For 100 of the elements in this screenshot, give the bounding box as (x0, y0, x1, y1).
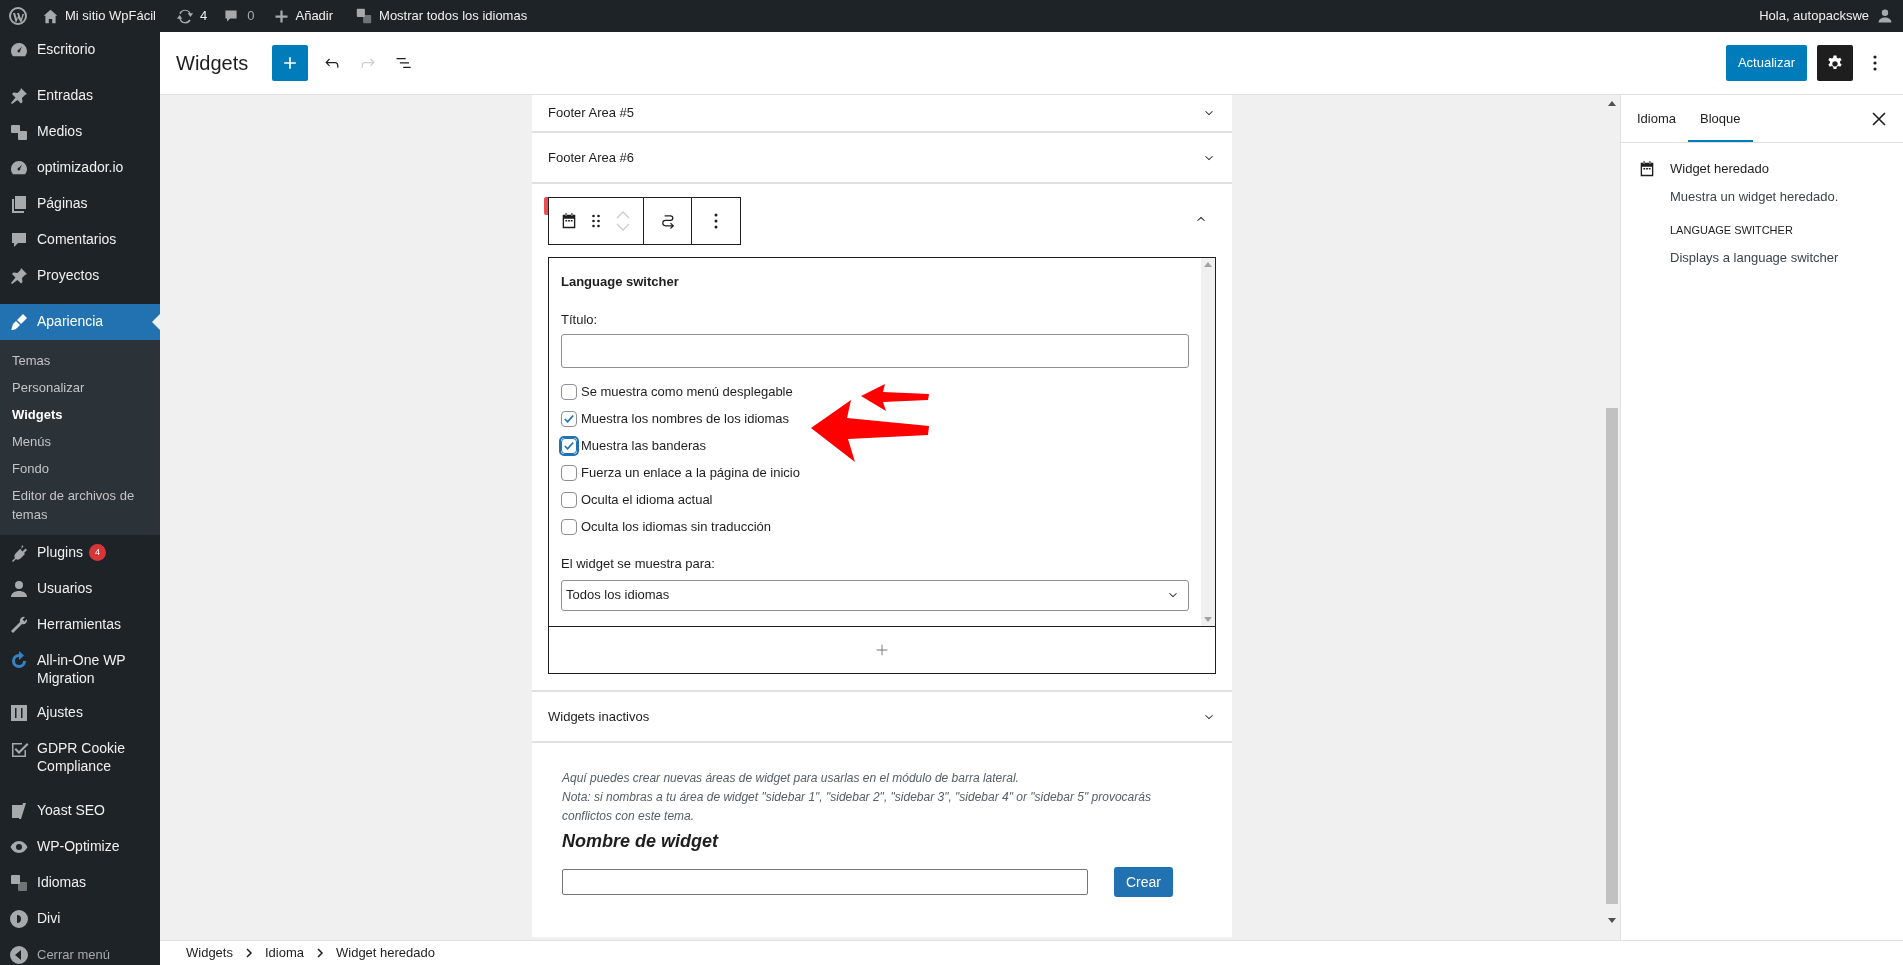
speech-bubble-icon (223, 8, 240, 24)
checkbox[interactable] (561, 383, 577, 400)
widget-title: Language switcher (561, 273, 680, 291)
sidebar-item[interactable]: Comentarios (0, 222, 160, 258)
chevron-right-icon (316, 948, 324, 958)
sidebar-item[interactable]: All-in-One WP Migration (0, 643, 160, 695)
collapse-menu-button[interactable]: Cerrar menú (0, 937, 160, 965)
circle-logo-icon (9, 909, 29, 929)
sidebar-item[interactable]: Ajustes (0, 695, 160, 731)
scroll-up-arrow-icon[interactable] (1608, 101, 1616, 106)
block-name: Widget heredado (1670, 160, 1770, 178)
translate-icon (355, 7, 374, 25)
inspector-tab[interactable]: Idioma (1625, 95, 1689, 142)
checkbox[interactable] (561, 410, 577, 427)
checkbox-label: Muestra las banderas (581, 436, 706, 455)
new-content-link[interactable]: Añadir (295, 6, 334, 26)
sidebar-item[interactable]: Herramientas (0, 607, 160, 643)
help-text: Aquí puedes crear nuevas áreas de widget para usarlas en el módulo de barra lateral. (562, 770, 1020, 787)
help-text: Nota: si nombras a tu área de widget "sidebar 1", "sidebar 2", "sidebar 3", "sidebar 4" or "sidebar 5" provocarás conflictos con este tema. (562, 789, 1152, 825)
pin-icon (9, 266, 29, 286)
create-button[interactable]: Crear (1114, 867, 1173, 897)
checkbox[interactable] (561, 518, 577, 535)
paintbrush-icon (9, 312, 29, 332)
chevron-right-icon (244, 948, 253, 958)
sidebar-item[interactable]: Usuarios (0, 571, 160, 607)
sidebar-item[interactable]: Entradas (0, 78, 160, 114)
widget-area-panel[interactable]: Widgets inactivos (532, 692, 1232, 743)
chevron-up-icon (616, 211, 630, 219)
drag-handle-icon (592, 214, 600, 228)
update-count[interactable]: 4 (200, 6, 208, 26)
sidebar-item[interactable]: Proyectos (0, 258, 160, 304)
breadcrumb-item[interactable]: Widgets (186, 943, 233, 963)
checkbox-label: Fuerza un enlace a la página de inicio (581, 463, 800, 482)
form-heading: Nombre de widget (562, 830, 720, 853)
widget-title: LANGUAGE SWITCHER (1670, 223, 1794, 238)
field-label: El widget se muestra para: (561, 555, 716, 573)
sidebar-item[interactable]: Escritorio (0, 32, 160, 78)
user-icon (1877, 8, 1893, 24)
breadcrumb-item[interactable]: Idioma (264, 943, 304, 963)
checkbox-label: Muestra los nombres de los idiomas (581, 409, 790, 428)
calendar-icon (560, 212, 578, 230)
site-name-link[interactable]: Mi sitio WpFácil (65, 6, 156, 26)
calendar-icon (1638, 160, 1656, 178)
breadcrumb-item[interactable]: Widget heredado (336, 943, 435, 963)
submenu-item[interactable]: Editor de archivos de temas (0, 482, 160, 528)
circle-logo-icon[interactable] (8, 6, 28, 26)
settings-button[interactable] (1817, 45, 1853, 81)
refresh-icon (176, 7, 194, 25)
widget-area-panel[interactable]: Footer Area #6 (532, 133, 1232, 184)
kebab-icon (714, 213, 718, 229)
sidebar-item[interactable]: Apariencia (0, 304, 160, 340)
sidebar-item[interactable]: Idiomas (0, 865, 160, 901)
submenu-item[interactable]: Menús (0, 428, 160, 455)
scroll-down-arrow-icon[interactable] (1608, 918, 1616, 923)
pin-icon (9, 86, 29, 106)
add-block-button[interactable] (548, 627, 1216, 674)
greeting-link[interactable]: Hola, autopackswe (1759, 6, 1869, 26)
checkbox-label: Se muestra como menú desplegable (581, 382, 793, 401)
sidebar-item[interactable]: Divi (0, 901, 160, 937)
inspector-tab[interactable]: Bloque (1688, 95, 1753, 142)
plus-icon (274, 8, 290, 24)
submenu-item[interactable]: Fondo (0, 455, 160, 482)
block-description: Muestra un widget heredado. (1670, 187, 1839, 206)
user-icon (9, 579, 29, 599)
chevron-down-icon (616, 223, 630, 231)
sidebar-item[interactable]: GDPR Cookie Compliance (0, 731, 160, 793)
y-logo-icon (9, 801, 29, 821)
checkbox[interactable] (561, 491, 577, 508)
sidebar-item[interactable]: Yoast SEO (0, 793, 160, 829)
circular-arrow-icon (9, 651, 29, 671)
house-icon (42, 7, 59, 25)
update-button[interactable]: Actualizar (1725, 45, 1807, 81)
field-label: Título: (561, 310, 599, 329)
sidebar-item[interactable]: Medios (0, 114, 160, 150)
widget-description: Displays a language switcher (1670, 248, 1839, 267)
checkbox[interactable] (561, 464, 577, 481)
submenu-item[interactable]: Personalizar (0, 374, 160, 401)
widget-area-panel[interactable]: Footer Area #5 (532, 95, 1232, 133)
sidebar-item[interactable]: optimizador.io (0, 150, 160, 186)
sidebar-item[interactable]: WP-Optimize (0, 829, 160, 865)
media-icon (9, 122, 29, 142)
submenu-item[interactable]: Widgets (0, 401, 160, 428)
checkbox-label: Oculta los idiomas sin traducción (581, 517, 772, 536)
speech-bubble-icon (9, 230, 29, 250)
language-dropdown[interactable]: Todos los idiomas (561, 579, 1189, 611)
pages-icon (9, 194, 29, 214)
title-input[interactable] (561, 334, 1189, 368)
kebab-icon (1873, 54, 1877, 72)
block-outline-accent (544, 197, 548, 215)
wrench-icon (9, 615, 29, 635)
submenu-item[interactable]: Temas (0, 347, 160, 374)
sliders-icon (9, 703, 29, 723)
count-badge: 4 (88, 543, 106, 561)
sidebar-item[interactable]: Plugins 4 (0, 535, 160, 571)
current-menu-notch (152, 314, 160, 330)
widget-name-input[interactable] (562, 869, 1088, 895)
comment-count[interactable]: 0 (247, 6, 255, 26)
sidebar-item[interactable]: Páginas (0, 186, 160, 222)
checkbox-label: Oculta el idioma actual (581, 490, 713, 509)
languages-link[interactable]: Mostrar todos los idiomas (379, 6, 528, 26)
